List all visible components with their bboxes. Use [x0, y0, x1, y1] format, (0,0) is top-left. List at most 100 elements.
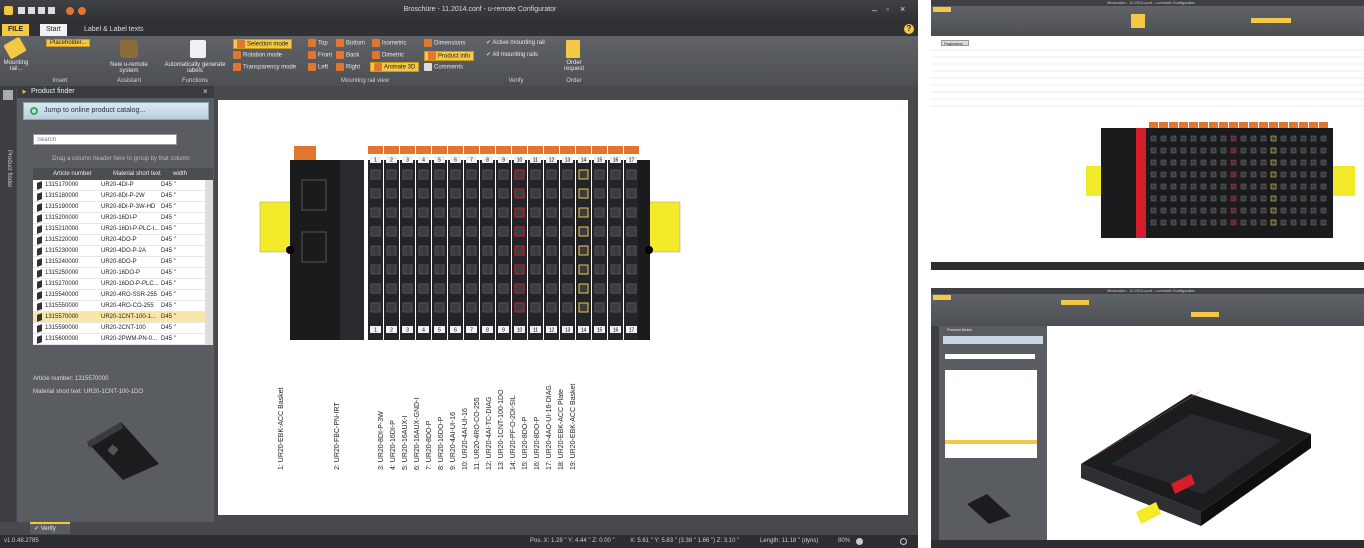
- mounting-rail-button[interactable]: Mounting rail...: [2, 60, 30, 72]
- r2-selected-row[interactable]: [945, 440, 1037, 444]
- detail-material: Material short text: UR20-1CNT-100-1DO: [33, 389, 143, 395]
- view-front-button[interactable]: Front: [308, 51, 332, 59]
- all-rails-check[interactable]: ✔ All mounting rails: [486, 51, 538, 58]
- slot-connector: [498, 169, 509, 180]
- design-canvas[interactable]: 1 1 2 2 3 3 4 4 5 5 6 6 7 7 8 8 9 9 10 10 11 11 12 12 13 13 14 14 15…: [218, 100, 908, 515]
- side-tab-product-finder[interactable]: Product finder: [6, 150, 12, 187]
- table-row[interactable]: 1315600000 UR20-2PWM-PN-0... D45 ": [33, 334, 213, 345]
- active-rail-check[interactable]: ✔ Active mounting rail: [486, 39, 545, 46]
- view-bottom-label: Bottom: [346, 40, 366, 47]
- table-row[interactable]: 1315590000 UR20-2CNT-100 D45 ": [33, 323, 213, 334]
- r2-search-input[interactable]: [945, 354, 1035, 359]
- detail-material-value: UR20-1CNT-100-1DO: [84, 389, 144, 395]
- view-bottom-button[interactable]: Bottom: [336, 39, 365, 47]
- r1-slot-connector: [1210, 171, 1217, 178]
- table-row[interactable]: 1315250000 UR20-16DO-P D45 ": [33, 268, 213, 279]
- col-article[interactable]: Article number: [53, 171, 92, 177]
- table-row[interactable]: 1315180000 UR20-8DI-P-2W D45 ": [33, 191, 213, 202]
- r1-slot-connector: [1230, 183, 1237, 190]
- end-stop-icon-left: [286, 246, 294, 254]
- r1-slot-connector: [1150, 219, 1157, 226]
- tab-file[interactable]: FILE: [2, 24, 30, 36]
- r2-file-tab[interactable]: [933, 295, 951, 300]
- view-back-button[interactable]: Back: [336, 51, 359, 59]
- slot-connector: [402, 283, 413, 294]
- slot-terminal: [576, 146, 591, 154]
- order-request-button[interactable]: Order request: [556, 60, 592, 72]
- selection-mode-button[interactable]: Selection mode: [233, 39, 293, 49]
- r1-file-tab[interactable]: [933, 7, 951, 12]
- close-icon[interactable]: ×: [900, 4, 905, 14]
- save-icon[interactable]: [28, 7, 35, 14]
- print-icon[interactable]: [38, 7, 45, 14]
- view-dimetric-button[interactable]: Dimetric: [372, 51, 404, 59]
- view-top-button[interactable]: Top: [308, 39, 328, 47]
- finder-close-icon[interactable]: ×: [203, 87, 208, 96]
- verify-tab[interactable]: ✔ Verify: [30, 522, 70, 534]
- table-row[interactable]: 1315210000 UR20-16DI-P-PLC-I... D45 ": [33, 224, 213, 235]
- r1-slot-connector: [1170, 159, 1177, 166]
- zoom-icon[interactable]: [856, 538, 863, 545]
- help-icon[interactable]: ?: [904, 24, 914, 34]
- cell-material: UR20-8DI-P-3W-HD: [101, 204, 156, 210]
- view-isometric-button[interactable]: Isometric: [372, 39, 406, 47]
- minimize-icon[interactable]: –: [872, 5, 877, 15]
- r1-slot-connector: [1260, 159, 1267, 166]
- table-row[interactable]: 1315570000 UR20-1CNT-100-1... D45 ": [33, 312, 213, 323]
- refresh-icon[interactable]: [78, 7, 86, 15]
- r1-pagination-tab[interactable]: Pagination: [941, 40, 969, 46]
- table-row[interactable]: 1315550000 UR20-4RO-CO-255 D45 ": [33, 301, 213, 312]
- r1-slot-connector: [1310, 171, 1317, 178]
- r1-slot-connector: [1190, 207, 1197, 214]
- cell-article: 1315230000: [45, 248, 79, 254]
- table-row[interactable]: 1315200000 UR20-16DI-P D45 ": [33, 213, 213, 224]
- module-icon: [37, 203, 42, 212]
- tab-label-texts[interactable]: Label & Label texts: [78, 24, 150, 36]
- r2-jump-button[interactable]: [943, 336, 1043, 344]
- rotation-mode-button[interactable]: Rotation mode: [233, 51, 282, 59]
- slot-number-bottom: 4: [422, 328, 425, 334]
- r1-slot-connector: [1320, 195, 1327, 202]
- settings-icon[interactable]: [900, 538, 907, 545]
- slot-connector: [562, 188, 573, 199]
- r2-ribbon: [931, 294, 1364, 326]
- search-input[interactable]: [33, 134, 177, 145]
- col-width[interactable]: width: [173, 171, 187, 177]
- grid-scrollbar[interactable]: [205, 180, 213, 345]
- view-top-label: Top: [318, 40, 328, 47]
- cell-material: UR20-4DI-P: [101, 182, 134, 188]
- table-row[interactable]: 1315190000 UR20-8DI-P-3W-HD D45 ": [33, 202, 213, 213]
- comments-button[interactable]: Comments: [424, 63, 463, 71]
- dimensions-button[interactable]: Dimensions: [424, 39, 465, 47]
- new-icon[interactable]: [18, 7, 25, 14]
- animate-3d-button[interactable]: Animate 3D: [370, 62, 420, 72]
- table-row[interactable]: 1315230000 UR20-4DO-P-2A D45 ": [33, 246, 213, 257]
- r1-slot-connector: [1270, 207, 1277, 214]
- col-material[interactable]: Material short text: [113, 171, 161, 177]
- cell-article: 1315200000: [45, 215, 79, 221]
- r2-canvas[interactable]: [1051, 334, 1357, 540]
- table-row[interactable]: 1315220000 UR20-4DO-P D45 ": [33, 235, 213, 246]
- jump-to-catalog-button[interactable]: Jump to online product catalog...: [23, 102, 209, 120]
- view-right-button[interactable]: Right: [336, 63, 360, 71]
- table-row[interactable]: 1315240000 UR20-8DO-P D45 ": [33, 257, 213, 268]
- table-row[interactable]: 1315170000 UR20-4DI-P D45 ": [33, 180, 213, 191]
- table-row[interactable]: 1315540000 UR20-4RO-SSR-255 D45 ": [33, 290, 213, 301]
- r1-slot-connector: [1210, 207, 1217, 214]
- pin-icon[interactable]: [3, 90, 13, 100]
- tab-start[interactable]: Start: [40, 24, 67, 36]
- auto-labels-button[interactable]: Automatically generate labels: [160, 62, 230, 74]
- view-left-button[interactable]: Left: [308, 63, 328, 71]
- transparency-mode-button[interactable]: Transparency mode: [233, 63, 296, 71]
- globe-icon[interactable]: [66, 7, 74, 15]
- active-rail-label: Active mounting rail: [492, 40, 545, 46]
- r1-slot-connector: [1250, 207, 1257, 214]
- new-system-button[interactable]: New u-remote system: [105, 62, 153, 74]
- undo-icon[interactable]: [48, 7, 55, 14]
- maximize-icon[interactable]: ▫: [886, 5, 889, 14]
- product-info-button[interactable]: Product info: [424, 51, 475, 61]
- slot-connector: [546, 264, 557, 275]
- placeholder-button[interactable]: Placeholder...: [46, 39, 91, 47]
- table-row[interactable]: 1315270000 UR20-16DO-P-PLC... D45 ": [33, 279, 213, 290]
- r1-slot-connector: [1260, 171, 1267, 178]
